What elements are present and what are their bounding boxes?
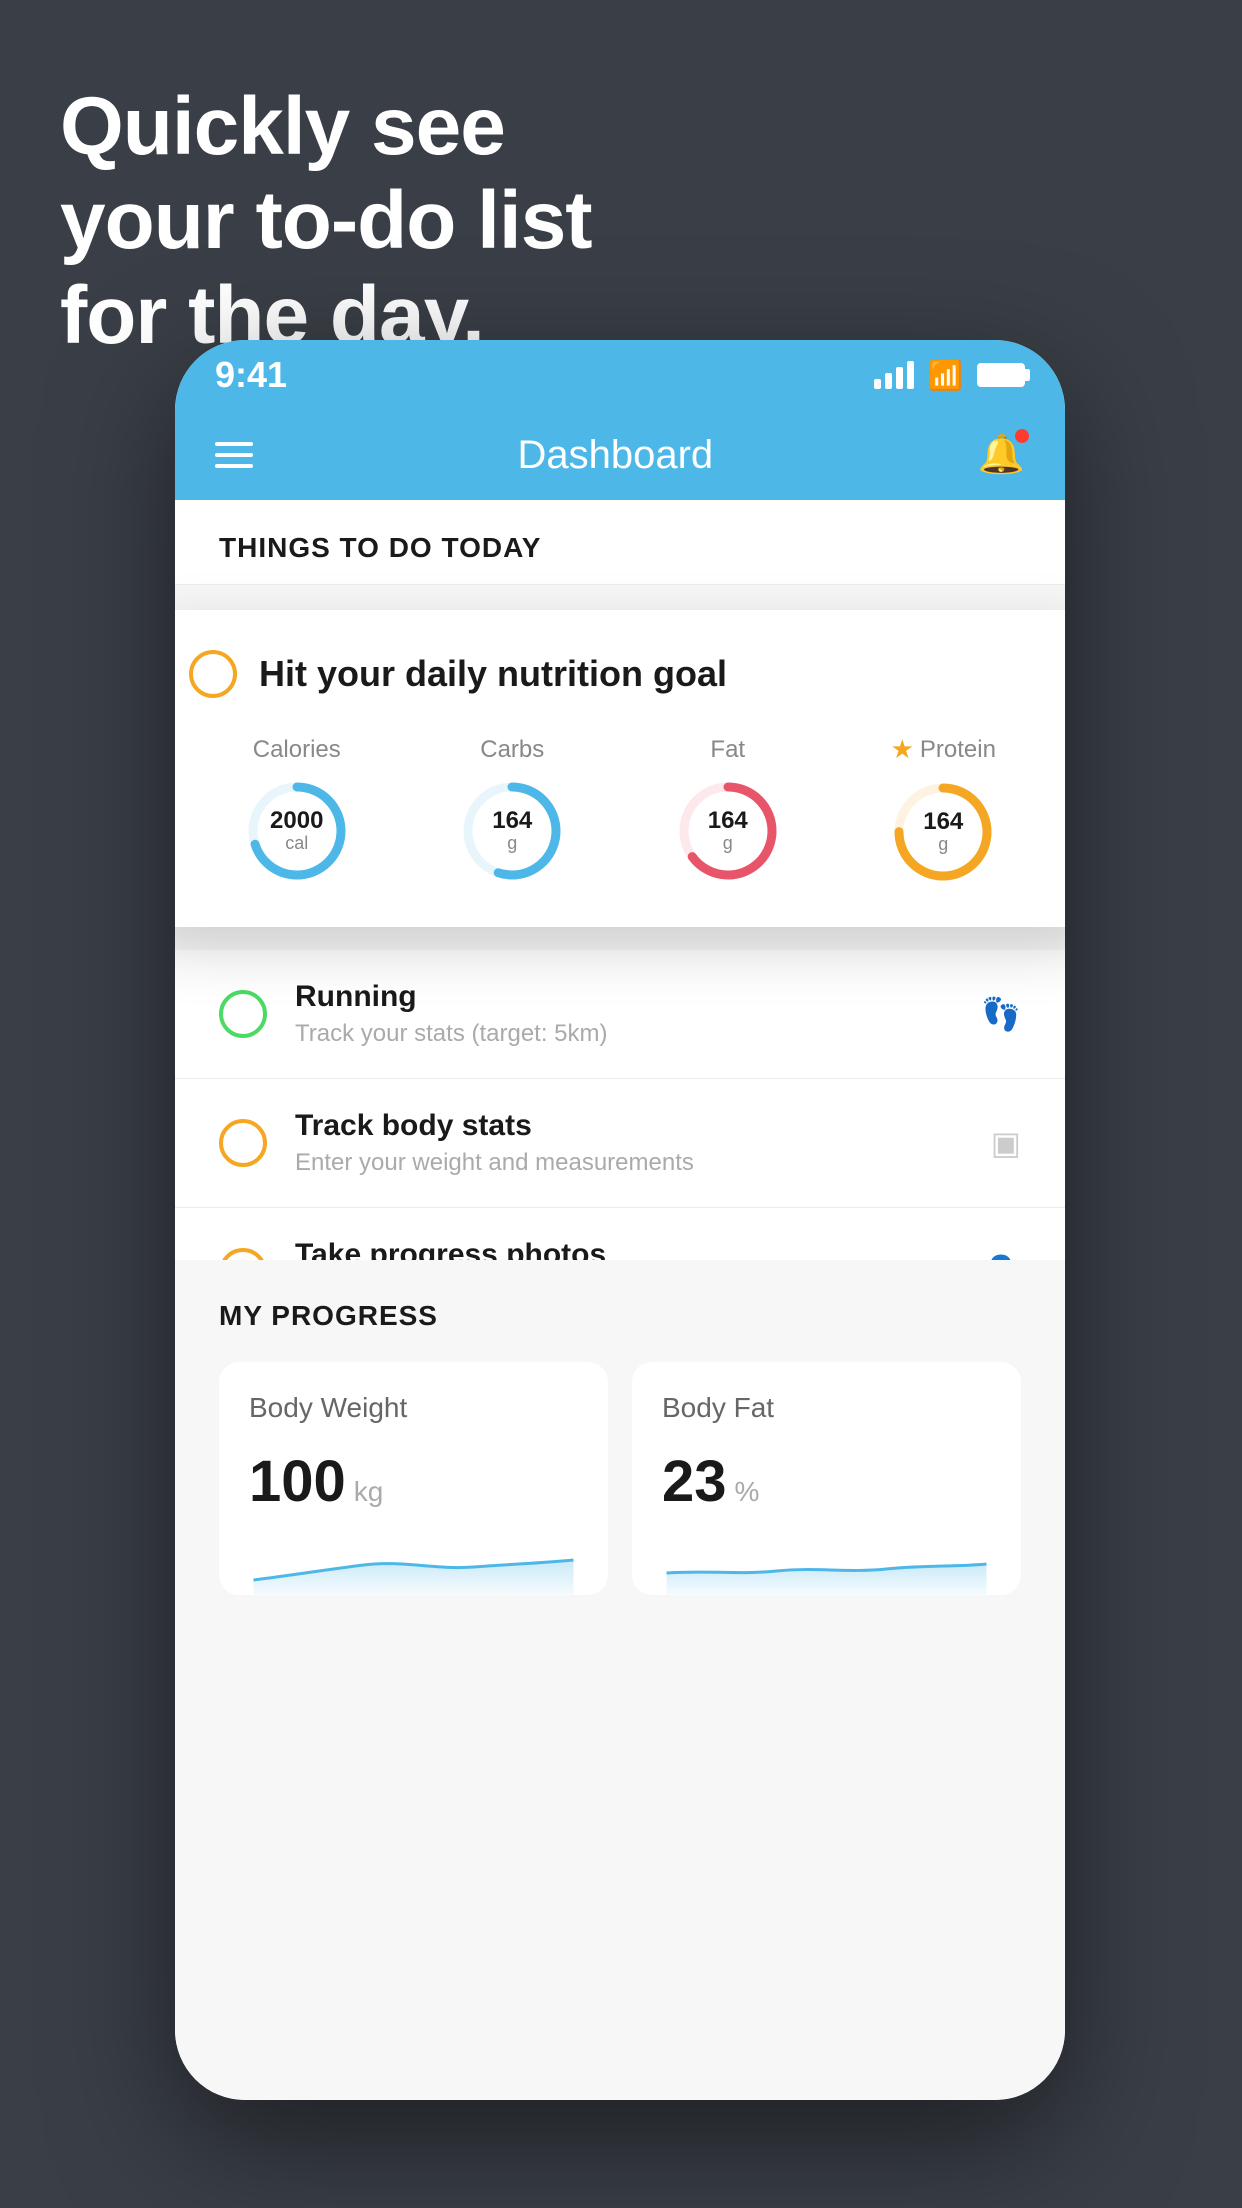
body-fat-unit: %: [735, 1476, 760, 1508]
ring-container-carbs: 164 g: [457, 776, 567, 886]
headline-line2: your to-do list: [60, 174, 592, 268]
body-weight-value: 100: [249, 1448, 346, 1515]
battery-icon: [977, 363, 1025, 387]
progress-section: MY PROGRESS Body Weight 100 kg: [175, 1260, 1065, 1595]
ring-protein: ★ Protein 164 g: [888, 734, 998, 887]
running-subtitle: Track your stats (target: 5km): [295, 1020, 953, 1048]
menu-button[interactable]: [215, 442, 253, 468]
top-nav: Dashboard 🔔: [175, 410, 1065, 500]
running-checkbox[interactable]: [219, 990, 267, 1038]
status-bar: 9:41 📶: [175, 340, 1065, 410]
ring-calories: Calories 2000 cal: [242, 736, 352, 886]
nav-title: Dashboard: [517, 433, 713, 478]
nutrition-card: Hit your daily nutrition goal Calories 2: [175, 610, 1065, 927]
phone-frame: 9:41 📶 Dashboard 🔔: [175, 340, 1065, 2100]
ring-label-protein: ★ Protein: [891, 734, 996, 765]
body-weight-unit: kg: [354, 1476, 384, 1508]
body-fat-value: 23: [662, 1448, 727, 1515]
signal-icon: [874, 361, 914, 389]
section-header: THINGS TO DO TODAY: [175, 500, 1065, 585]
ring-carbs: Carbs 164 g: [457, 736, 567, 886]
weight-sparkline: [249, 1535, 578, 1595]
headline: Quickly see your to-do list for the day.: [60, 80, 592, 363]
nutrition-card-title: Hit your daily nutrition goal: [259, 653, 727, 695]
scale-icon: ▣: [991, 1124, 1021, 1162]
fat-sparkline: [662, 1535, 991, 1595]
body-weight-label: Body Weight: [249, 1392, 578, 1424]
shoe-icon: 👣: [981, 995, 1021, 1033]
star-icon: ★: [891, 734, 914, 765]
ring-label-fat: Fat: [710, 736, 745, 764]
ring-container-calories: 2000 cal: [242, 776, 352, 886]
status-icons: 📶: [874, 359, 1025, 392]
ring-container-protein: 164 g: [888, 777, 998, 887]
notification-button[interactable]: 🔔: [978, 433, 1025, 477]
ring-fat: Fat 164 g: [673, 736, 783, 886]
progress-title: MY PROGRESS: [219, 1300, 1021, 1332]
nutrition-checkbox[interactable]: [189, 650, 237, 698]
ring-container-fat: 164 g: [673, 776, 783, 886]
body-stats-title: Track body stats: [295, 1109, 963, 1143]
section-header-text: THINGS TO DO TODAY: [219, 532, 541, 563]
list-item-running[interactable]: Running Track your stats (target: 5km) 👣: [175, 950, 1065, 1079]
ring-label-carbs: Carbs: [480, 736, 544, 764]
phone-content: THINGS TO DO TODAY Hit your daily nutrit…: [175, 500, 1065, 2100]
body-fat-label: Body Fat: [662, 1392, 991, 1424]
card-title-row: Hit your daily nutrition goal: [189, 650, 1051, 698]
nutrition-rings: Calories 2000 cal: [189, 734, 1051, 887]
status-time: 9:41: [215, 354, 287, 396]
body-stats-checkbox[interactable]: [219, 1119, 267, 1167]
body-stats-subtitle: Enter your weight and measurements: [295, 1149, 963, 1177]
notification-dot: [1015, 429, 1029, 443]
progress-card-weight: Body Weight 100 kg: [219, 1362, 608, 1595]
list-item-body-stats[interactable]: Track body stats Enter your weight and m…: [175, 1079, 1065, 1208]
headline-line1: Quickly see: [60, 80, 592, 174]
progress-cards: Body Weight 100 kg: [219, 1362, 1021, 1595]
ring-label-calories: Calories: [253, 736, 341, 764]
progress-card-fat: Body Fat 23 %: [632, 1362, 1021, 1595]
wifi-icon: 📶: [928, 359, 963, 392]
running-title: Running: [295, 980, 953, 1014]
